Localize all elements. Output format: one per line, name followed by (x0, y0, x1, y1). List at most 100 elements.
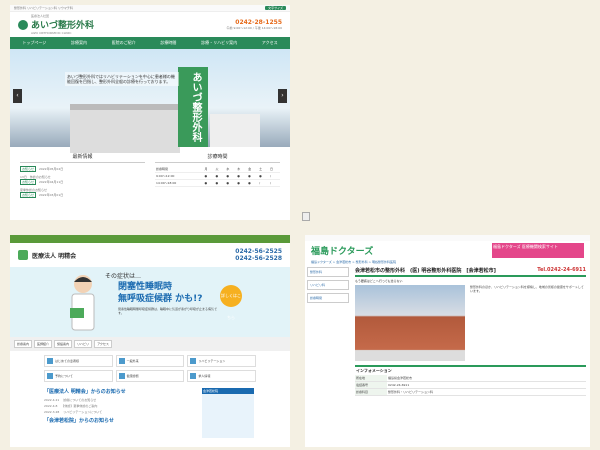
news-date: 2022年03月01日 (38, 193, 64, 197)
screenshot-aizu-orthopaedic: 整形外科 リハビリテーション科 リウマチ科 文字サイズ 医療法人社団 あいづ整形… (10, 5, 290, 220)
link-outpatient[interactable]: 一般外来 (115, 355, 185, 367)
hours-mark: ● (247, 172, 259, 180)
broken-image-icon (302, 212, 310, 221)
link-recruit[interactable]: 求人情報 (187, 370, 256, 382)
site-logo[interactable]: 医療法人 明精会 (18, 250, 76, 260)
news-item[interactable]: お知らせ 2022年04月11日 (20, 179, 145, 185)
topbar-text: 整形外科 リハビリテーション科 リウマチ科 (14, 6, 73, 10)
info-table: インフォメーション 所在地 福島県会津若松市 電話番号 0242-24-6911 診… (355, 365, 586, 396)
tab-rehab[interactable]: リハビリ (74, 340, 93, 348)
building-annex-image (210, 114, 260, 147)
tab-doctor[interactable]: 医師紹介 (34, 340, 53, 348)
page-body: 整形外科 リハビリ科 診療時間 会津若松市の整形外科 (医) 明谷整形外科医院 … (305, 265, 590, 398)
news-tag: お知らせ (20, 179, 36, 185)
row-value: 福島県会津若松市 (388, 376, 413, 380)
row-value: 整形外科・リハビリテーション科 (388, 390, 433, 394)
hours-mark: ● (247, 179, 259, 187)
news-date: 2022.3.28 (44, 410, 60, 414)
hours-mark: / (268, 172, 280, 180)
tab-facility[interactable]: 施設案内 (54, 340, 73, 348)
sidebar-item[interactable]: リハビリ科 (307, 280, 349, 290)
nav-access[interactable]: アクセス (262, 40, 278, 46)
nav-top[interactable]: トップページ (22, 40, 46, 46)
link-rehab[interactable]: リハビリテーション (187, 355, 256, 367)
tab-guide[interactable]: 診療案内 (14, 340, 33, 348)
news-column: 最新情報 お知らせ 2022年05月02日 13日 休診のお知らせ お知らせ 202… (20, 153, 145, 201)
news-text: 診療についてのお知らせ (63, 398, 97, 402)
tel-number[interactable]: 0242-28-1255 (227, 19, 282, 26)
font-size-button[interactable]: 文字サイズ (265, 6, 286, 10)
link-label: 予約について (55, 374, 73, 378)
brand-name: 医療法人 明精会 (32, 252, 77, 260)
top-stripe (10, 235, 290, 243)
hours-mark: ● (236, 179, 248, 187)
detail-badge[interactable]: 詳しくはこちら (220, 285, 242, 320)
hero-lead: その症状は… (105, 273, 142, 280)
hero-text: 閉塞性睡眠時無呼吸症候群は、睡眠中に気道が塞がり呼吸が止まる病気です。 (118, 307, 218, 315)
tab-access[interactable]: アクセス (94, 340, 112, 348)
top-bar: 整形外科 リハビリテーション科 リウマチ科 文字サイズ (10, 5, 290, 12)
next-arrow-icon[interactable]: › (278, 89, 287, 103)
link-reservation[interactable]: 予約について (44, 370, 113, 382)
link-icon (118, 358, 125, 364)
doctor-illustration-icon (70, 275, 95, 331)
side-title[interactable]: 会津若松院 (202, 388, 254, 394)
hours-title: 診療時間 (155, 153, 280, 163)
ad-banner[interactable]: 福島ドクターズ 医療機関検索サイト (492, 242, 584, 258)
nav-guide[interactable]: 診療案内 (71, 40, 87, 46)
tel-1[interactable]: 0242-56-2525 (235, 248, 282, 255)
news-item[interactable]: お知らせ 2022年05月02日 (20, 166, 145, 172)
sidebar-item[interactable]: 整形外科 (307, 267, 349, 277)
screenshot-meiseikai: 医療法人 明精会 0242-56-2525 0242-56-2528 その症状は… (10, 235, 290, 447)
hours-mark: ● (236, 172, 248, 180)
site-logo[interactable]: 福島ドクターズ (311, 244, 373, 257)
site-header: 医療法人社団 あいづ整形外科 AIZU ORTHOPAEDIC CLINIC 0… (10, 12, 290, 37)
tel-2[interactable]: 0242-56-2528 (235, 255, 282, 262)
main-nav: トップページ 診療案内 医院のご紹介 診療時間 診療・リハビリ案内 アクセス (10, 37, 290, 49)
page-title: 会津若松市の整形外科 (医) 明谷整形外科医院 [会津若松市] Tel.0242… (355, 267, 586, 277)
row-value: 0242-24-6911 (388, 383, 410, 387)
hero-sign: あいづ整形外科 (178, 67, 208, 147)
site-header: 医療法人 明精会 0242-56-2525 0242-56-2528 (10, 243, 290, 267)
hero-title-2: 無呼吸症候群 かも!? (118, 294, 203, 304)
news-tag: お知らせ (20, 166, 36, 172)
tel-block: 0242-56-2525 0242-56-2528 (235, 248, 282, 262)
hero-title-1: 閉塞性睡眠時 (118, 282, 173, 292)
nav-rehab[interactable]: 診療・リハビリ案内 (201, 40, 237, 46)
row-label: 電話番号 (355, 382, 387, 388)
prev-arrow-icon[interactable]: ‹ (13, 89, 22, 103)
logo-sub: AIZU ORTHOPAEDIC CLINIC (31, 31, 72, 35)
link-icon (118, 373, 125, 379)
clinic-photo (355, 285, 465, 361)
title-text: 会津若松市の整形外科 (医) 明谷整形外科医院 [会津若松市] (355, 268, 496, 274)
link-first-visit[interactable]: はじめての患者様 (44, 355, 113, 367)
quick-links: はじめての患者様 一般外来 リハビリテーション 予約について 健康診断 求人情報 (10, 351, 290, 386)
news-date: 2022.4.8 (44, 404, 58, 408)
hours-mark: ● (214, 179, 226, 187)
site-logo[interactable]: 医療法人社団 あいづ整形外科 AIZU ORTHOPAEDIC CLINIC (18, 14, 94, 35)
hours-table: 診療時間月火水木金土日 9:00〜12:00 ● ● ● ● ● ●/ 14:00〜18:0… (155, 166, 280, 187)
link-checkup[interactable]: 健康診断 (115, 370, 185, 382)
news-title: 最新情報 (20, 153, 145, 163)
table-row: 所在地 福島県会津若松市 (355, 375, 586, 382)
hours-mark: / (268, 179, 280, 187)
hours-mark: ● (225, 172, 237, 180)
news-date: 2022.4.21 (44, 398, 60, 402)
description: 整形外科のほか、リハビリテーション科を標榜し、地域の皆様の健康をサポートしていま… (470, 285, 584, 293)
table-row: 診療科目 整形外科・リハビリテーション科 (355, 389, 586, 396)
nav-about[interactable]: 医院のご紹介 (112, 40, 136, 46)
link-label: 健康診断 (126, 374, 139, 378)
nav-hours[interactable]: 診療時間 (160, 40, 176, 46)
link-icon (47, 373, 53, 379)
sidebar-item[interactable]: 診療時間 (307, 293, 349, 303)
hours-mark: ● (214, 172, 226, 180)
phone-number[interactable]: Tel.0242-24-6911 (537, 267, 586, 274)
table-title: インフォメーション (356, 368, 392, 373)
news-text: リハビリテーションについて (63, 410, 103, 414)
link-icon (190, 358, 197, 364)
hero-banner: その症状は… 閉塞性睡眠時 無呼吸症候群 かも!? 閉塞性睡眠時無呼吸症候群は、… (10, 267, 290, 337)
screenshot-fukushima-doctors: 福島ドクターズ 福島ドクターズ 医療機関検索サイト 福島ドクターズ > 会津若松… (305, 235, 590, 447)
hours-time: 9:00〜12:00 (155, 172, 204, 180)
hours-line: 午前 9:00〜12:00 / 午後 14:00〜18:00 (226, 26, 283, 30)
news-item[interactable]: お知らせ 2022年03月01日 (20, 192, 145, 198)
